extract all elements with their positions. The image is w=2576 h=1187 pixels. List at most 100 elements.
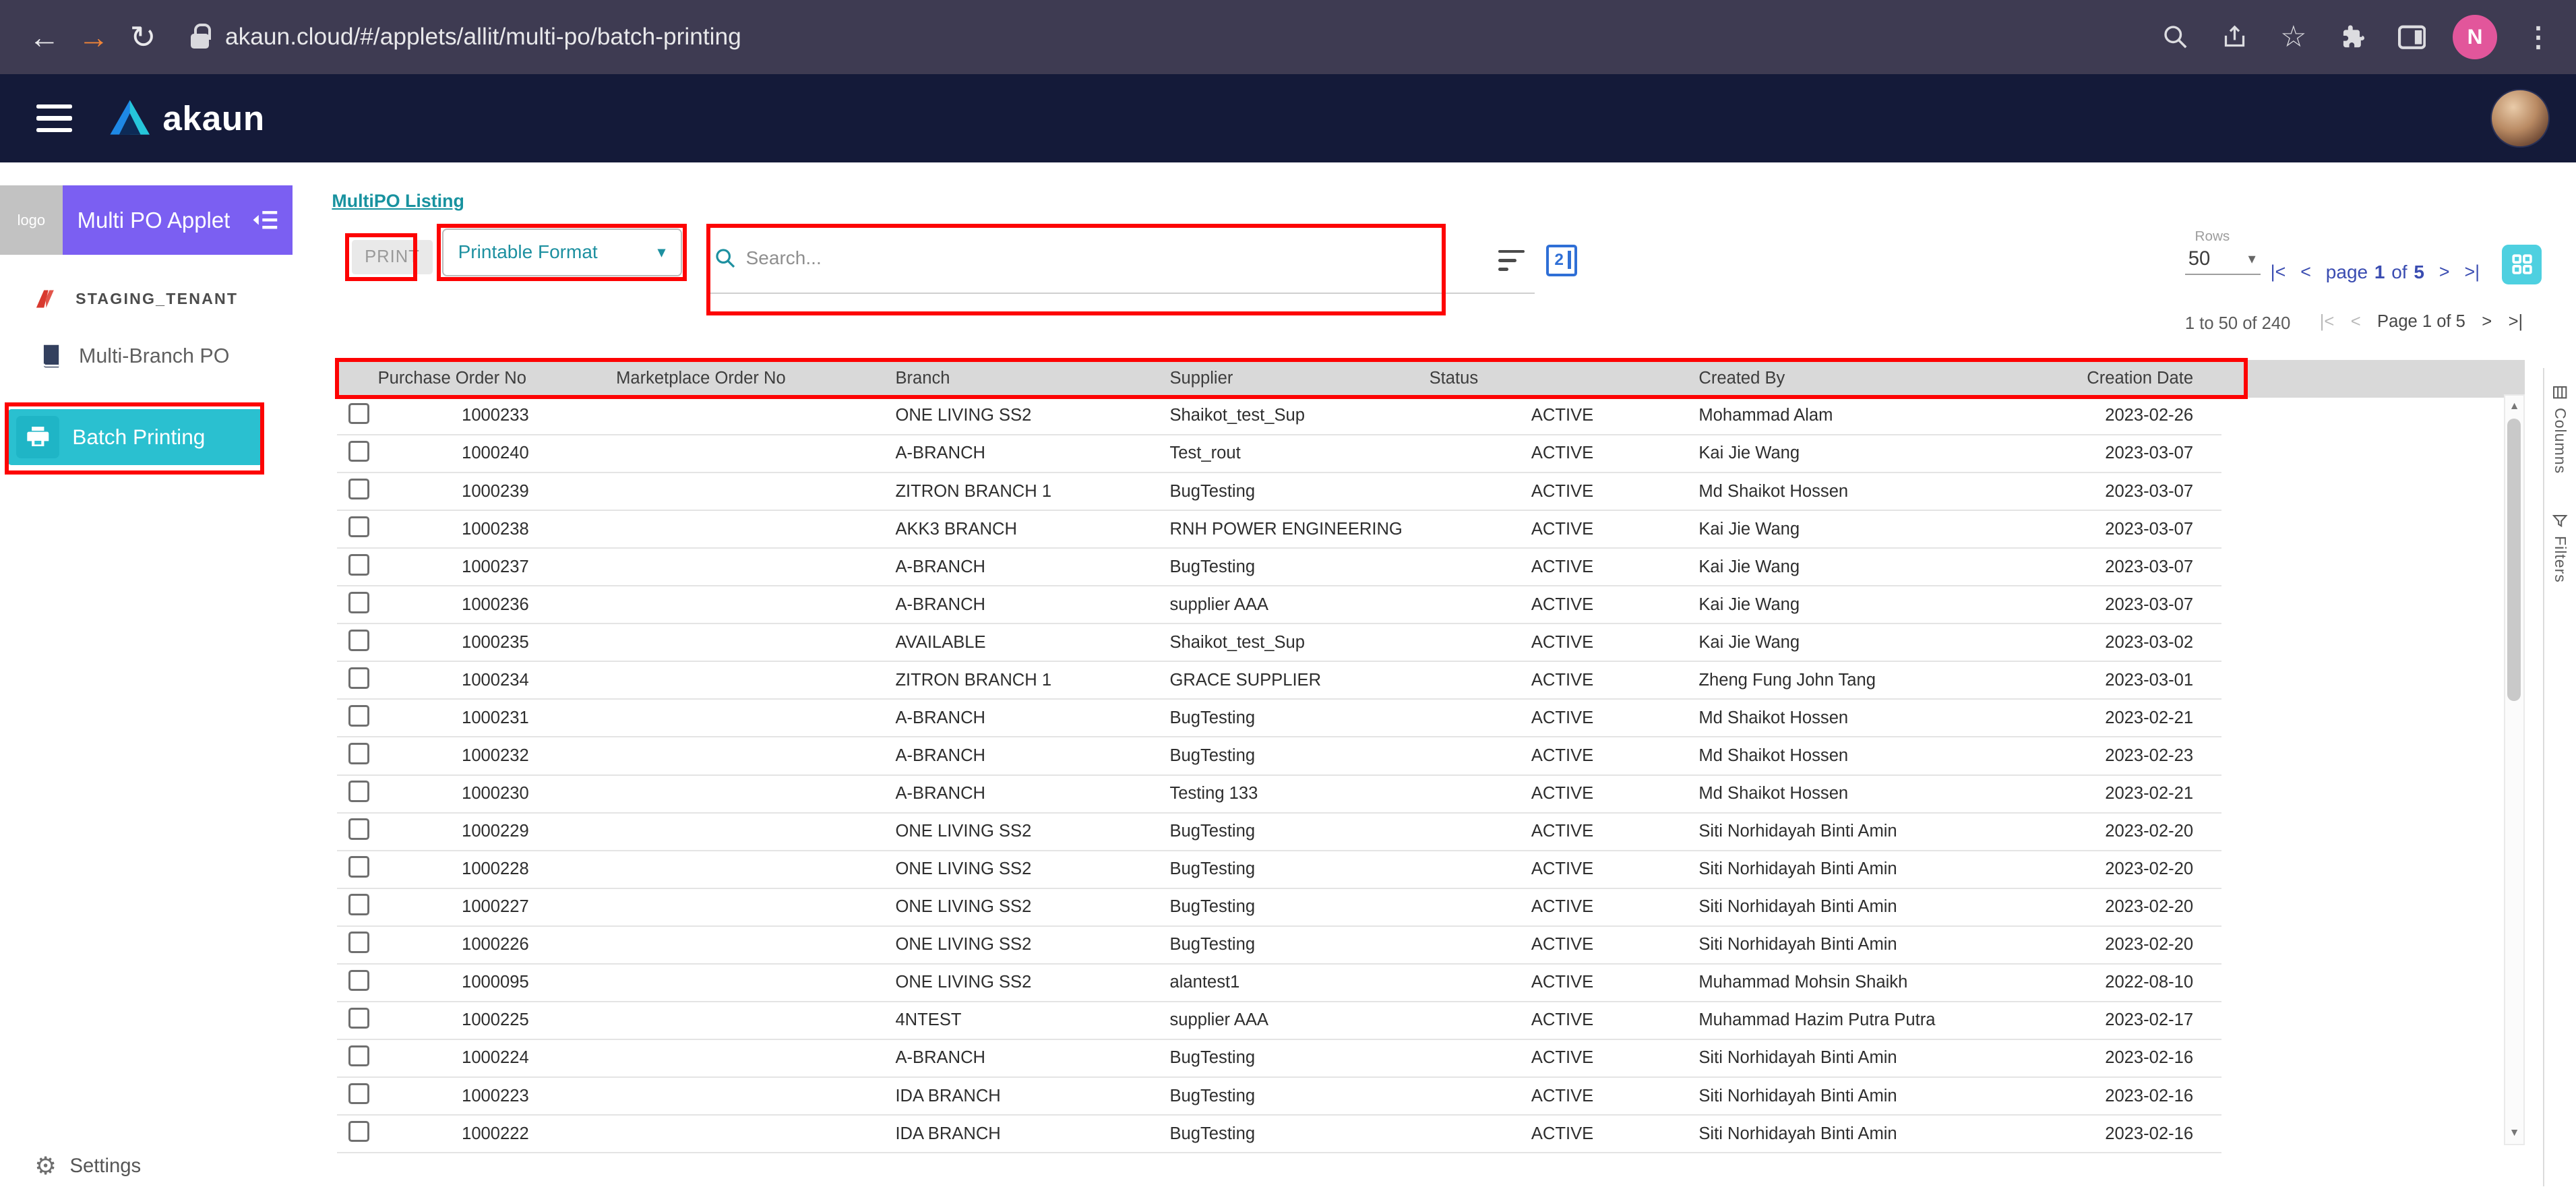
row-checkbox[interactable] [348,1045,370,1067]
header-branch[interactable]: Branch [892,369,1167,388]
bookmark-star-icon[interactable]: ☆ [2275,19,2312,55]
breadcrumb-multipo-listing[interactable]: MultiPO Listing [332,191,464,212]
table-row[interactable]: 1000236 A-BRANCH supplier AAA ACTIVE Kai… [337,586,2221,624]
table-row[interactable]: 1000239 ZITRON BRANCH 1 BugTesting ACTIV… [337,473,2221,511]
table-row[interactable]: 1000227 ONE LIVING SS2 BugTesting ACTIVE… [337,889,2221,927]
table-row[interactable]: 1000240 A-BRANCH Test_rout ACTIVE Kai Ji… [337,435,2221,473]
row-checkbox[interactable] [348,554,370,576]
row-checkbox[interactable] [348,818,370,840]
pager-prev-button[interactable]: < [2300,262,2311,282]
cell-branch: ONE LIVING SS2 [892,822,1167,841]
search-input[interactable] [746,247,1434,269]
cell-creation-date: 2023-02-21 [2062,784,2221,803]
pager-last-button[interactable]: >| [2464,262,2480,282]
header-status[interactable]: Status [1426,369,1696,388]
browser-profile-avatar[interactable]: N [2453,15,2497,59]
share-icon[interactable] [2216,19,2252,55]
cell-creation-date: 2023-03-07 [2062,482,2221,501]
row-checkbox[interactable] [348,1083,370,1105]
cell-supplier: supplier AAA [1167,1010,1426,1030]
row-checkbox[interactable] [348,743,370,764]
filter-list-icon[interactable] [1498,250,1525,272]
scrollbar-down-arrow[interactable]: ▼ [2505,1127,2524,1139]
pager-next-button[interactable]: > [2439,262,2450,282]
search-tabs-icon[interactable] [2157,19,2193,55]
column-view-icon[interactable]: 2 [1546,245,1577,276]
cell-creation-date: 2022-08-10 [2062,973,2221,992]
header-supplier[interactable]: Supplier [1167,369,1426,388]
pager-first-button[interactable]: |< [2320,312,2335,332]
applet-logo-placeholder: logo [0,185,63,254]
table-header-row: Purchase Order No Marketplace Order No B… [337,360,2525,398]
table-row[interactable]: 1000232 A-BRANCH BugTesting ACTIVE Md Sh… [337,737,2221,775]
browser-forward-button[interactable]: → [69,12,118,61]
table-row[interactable]: 1000229 ONE LIVING SS2 BugTesting ACTIVE… [337,814,2221,851]
table-row[interactable]: 1000230 A-BRANCH Testing 133 ACTIVE Md S… [337,776,2221,814]
applet-header[interactable]: logo Multi PO Applet [0,185,293,254]
table-row[interactable]: 1000095 ONE LIVING SS2 alantest1 ACTIVE … [337,965,2221,1002]
row-checkbox[interactable] [348,479,370,500]
pager-first-button[interactable]: |< [2271,262,2286,282]
header-marketplace-order-no[interactable]: Marketplace Order No [613,369,892,388]
extensions-puzzle-icon[interactable] [2335,19,2371,55]
menu-open-icon[interactable] [250,208,280,233]
header-creation-date[interactable]: Creation Date [2062,369,2221,388]
row-checkbox[interactable] [348,1008,370,1029]
pager-next-button[interactable]: > [2482,312,2492,332]
row-checkbox[interactable] [348,970,370,992]
row-checkbox[interactable] [348,932,370,953]
pager-prev-button[interactable]: < [2351,312,2361,332]
side-panel-icon[interactable] [2393,19,2430,55]
browser-menu-kebab-icon[interactable]: ⋮ [2520,19,2556,55]
row-checkbox[interactable] [348,403,370,425]
row-checkbox[interactable] [348,705,370,727]
table-row[interactable]: 1000222 IDA BRANCH BugTesting ACTIVE Sit… [337,1116,2221,1153]
table-scrollbar[interactable]: ▲ ▼ [2504,394,2525,1145]
sidebar-item-settings[interactable]: ⚙ Settings [34,1154,141,1179]
brand-logo[interactable]: akaun [109,98,265,138]
table-row[interactable]: 1000225 4NTEST supplier AAA ACTIVE Muham… [337,1002,2221,1040]
table-row[interactable]: 1000234 ZITRON BRANCH 1 GRACE SUPPLIER A… [337,662,2221,700]
scrollbar-up-arrow[interactable]: ▲ [2505,400,2524,413]
table-row[interactable]: 1000224 A-BRANCH BugTesting ACTIVE Siti … [337,1040,2221,1078]
rows-per-page-selector[interactable]: Rows 50 ▾ [2185,229,2261,275]
user-avatar[interactable] [2490,89,2550,148]
browser-reload-button[interactable]: ↻ [119,12,168,61]
row-checkbox[interactable] [348,592,370,613]
header-created-by[interactable]: Created By [1696,369,2062,388]
browser-address-bar[interactable]: akaun.cloud/#/applets/allit/multi-po/bat… [191,24,2137,51]
row-checkbox[interactable] [348,894,370,915]
table-row[interactable]: 1000223 IDA BRANCH BugTesting ACTIVE Sit… [337,1078,2221,1116]
pager-last-button[interactable]: >| [2509,312,2523,332]
row-checkbox[interactable] [348,516,370,538]
table-row[interactable]: 1000228 ONE LIVING SS2 BugTesting ACTIVE… [337,851,2221,889]
sidebar-item-batch-printing[interactable]: Batch Printing [8,409,263,465]
table-row[interactable]: 1000226 ONE LIVING SS2 BugTesting ACTIVE… [337,927,2221,965]
sidebar-item-tenant[interactable]: STAGING_TENANT [0,278,293,320]
browser-back-button[interactable]: ← [20,12,69,61]
row-checkbox[interactable] [348,667,370,689]
tab-columns[interactable]: Columns [2551,384,2569,473]
table-row[interactable]: 1000238 AKK3 BRANCH RNH POWER ENGINEERIN… [337,511,2221,549]
row-checkbox[interactable] [348,1121,370,1143]
hamburger-menu-icon[interactable] [36,104,73,131]
tab-filters[interactable]: Filters [2551,513,2569,583]
sidebar-item-multi-branch-po[interactable]: Multi-Branch PO [0,334,293,379]
header-purchase-order-no[interactable]: Purchase Order No [375,369,613,388]
cell-supplier: RNH POWER ENGINEERING [1167,520,1426,539]
table-row[interactable]: 1000231 A-BRANCH BugTesting ACTIVE Md Sh… [337,700,2221,737]
row-checkbox[interactable] [348,781,370,802]
cell-purchase-order-no: 1000231 [375,708,613,728]
row-checkbox[interactable] [348,441,370,462]
cell-supplier: BugTesting [1167,822,1426,841]
row-checkbox[interactable] [348,630,370,651]
scrollbar-thumb[interactable] [2507,419,2521,701]
grid-view-button[interactable] [2502,245,2542,284]
table-row[interactable]: 1000237 A-BRANCH BugTesting ACTIVE Kai J… [337,549,2221,586]
printable-format-dropdown[interactable]: Printable Format ▾ [442,229,682,276]
table-row[interactable]: 1000235 AVAILABLE Shaikot_test_Sup ACTIV… [337,624,2221,662]
chevron-down-icon: ▾ [2248,250,2256,268]
print-button[interactable]: PRINT [352,240,433,274]
row-checkbox[interactable] [348,856,370,878]
table-row[interactable]: 1000233 ONE LIVING SS2 Shaikot_test_Sup … [337,398,2221,435]
